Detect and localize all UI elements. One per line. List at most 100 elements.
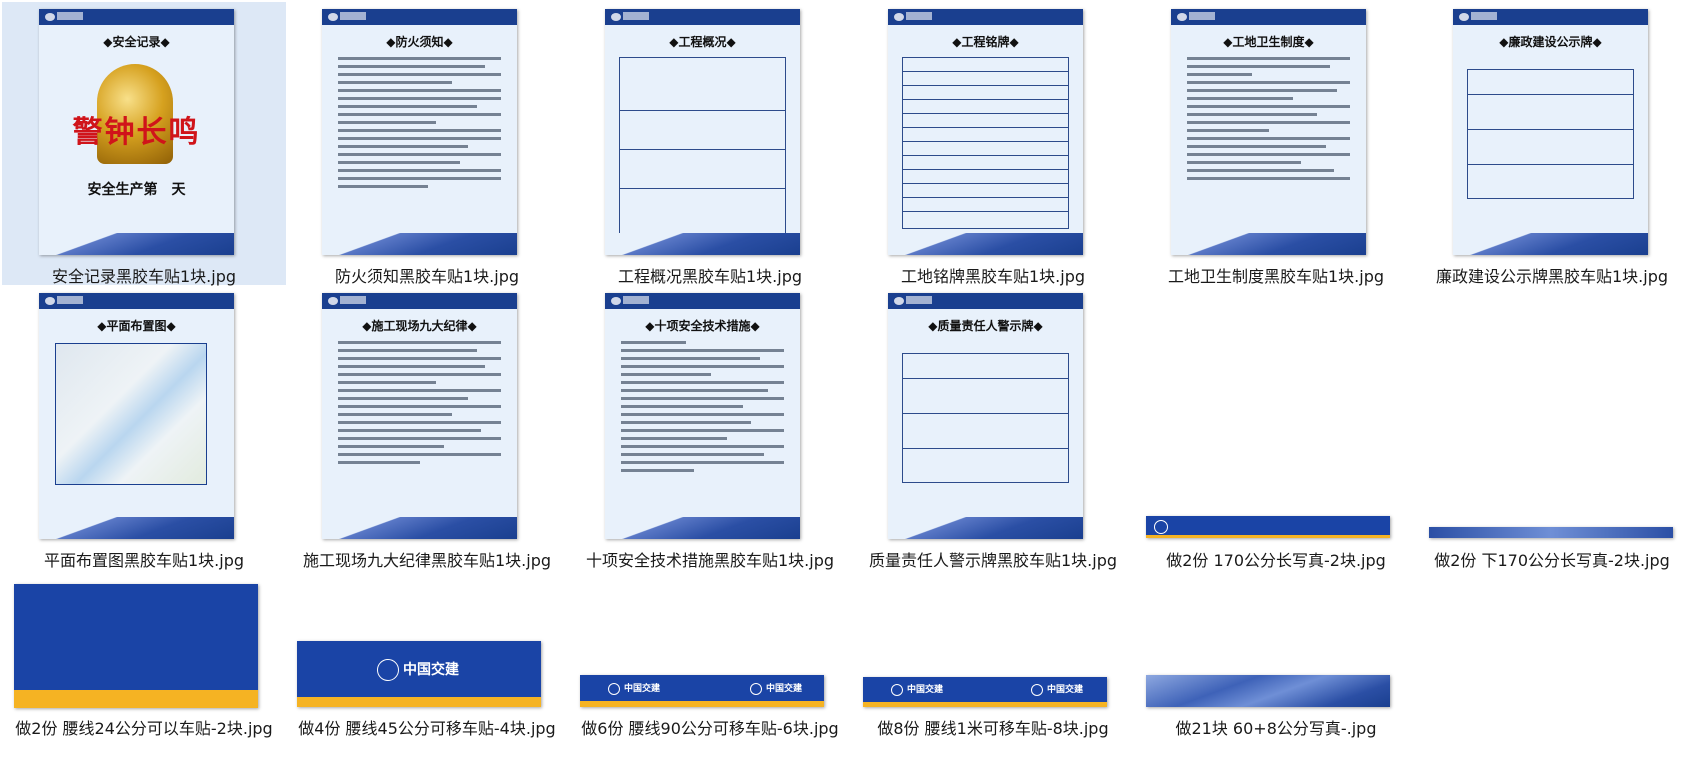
file-item-7[interactable]: ◆施工现场九大纪律◆ 施工现场九大纪律黑胶车贴1块.jpg — [285, 288, 569, 571]
header-band — [39, 293, 234, 309]
poster-title: ◆工程概况◆ — [669, 35, 736, 49]
file-name: 十项安全技术措施黑胶车贴1块.jpg — [585, 551, 835, 570]
file-item-4[interactable]: ◆工地卫生制度◆ 工地卫生制度黑胶车贴1块.jpg — [1134, 2, 1418, 286]
poster-title: ◆工程铭牌◆ — [952, 35, 1019, 49]
header-band — [605, 9, 800, 25]
brand-name: 中国交建 — [907, 685, 944, 695]
brand-name: 中国交建 — [766, 684, 803, 694]
file-item-14[interactable]: 中国交建 中国交建 做6份 腰线90公分可移车贴-6块.jpg — [568, 574, 852, 775]
file-item-10[interactable]: 做2份 170公分长写真-2块.jpg — [1134, 288, 1418, 571]
file-item-0[interactable]: ◆安全记录◆ 警钟长鸣 安全生产第 天 安全记录黑胶车贴1块.jpg — [2, 2, 286, 286]
brand-logo: 中国交建 — [608, 681, 660, 695]
text-lines — [621, 341, 784, 477]
file-thumbnail: ◆工程铭牌◆ — [888, 9, 1083, 255]
file-thumbnail: ◆十项安全技术措施◆ — [605, 293, 800, 539]
footer-band — [39, 517, 234, 539]
file-item-11[interactable]: 做2份 下170公分长写真-2块.jpg — [1410, 288, 1691, 571]
file-thumbnail — [1146, 516, 1390, 538]
footer-band — [1453, 233, 1648, 255]
file-thumbnail: 中国交建 — [297, 641, 541, 707]
header-band — [1171, 9, 1366, 25]
logo-icon — [45, 297, 55, 305]
footer-band — [39, 233, 234, 255]
text-lines — [338, 57, 501, 193]
brand-logo: 中国交建 — [891, 682, 943, 696]
file-thumbnail: ◆工地卫生制度◆ — [1171, 9, 1366, 255]
brand-mark — [623, 12, 649, 20]
info-table — [902, 353, 1069, 483]
logo-icon — [611, 297, 621, 305]
file-thumbnail: ◆质量责任人警示牌◆ — [888, 293, 1083, 539]
file-name: 质量责任人警示牌黑胶车贴1块.jpg — [868, 551, 1118, 570]
footer-band — [888, 233, 1083, 255]
poster-title: ◆防火须知◆ — [386, 35, 453, 49]
brand-logo-icon — [377, 659, 399, 681]
info-table — [1467, 69, 1634, 199]
logo-icon — [45, 13, 55, 21]
text-lines — [338, 341, 501, 469]
file-item-13[interactable]: 中国交建 做4份 腰线45公分可移车贴-4块.jpg — [285, 574, 569, 775]
yellow-stripe — [14, 690, 258, 708]
poster-title: ◆施工现场九大纪律◆ — [362, 319, 477, 333]
brand-logo: 中国交建 — [750, 681, 802, 695]
site-map-image — [55, 343, 207, 485]
brand-logo-icon — [608, 682, 620, 695]
footer-band — [605, 233, 800, 255]
file-item-9[interactable]: ◆质量责任人警示牌◆ 质量责任人警示牌黑胶车贴1块.jpg — [851, 288, 1135, 571]
file-item-12[interactable]: 做2份 腰线24公分可以车贴-2块.jpg — [2, 574, 286, 775]
footer-band — [605, 517, 800, 539]
logo-icon — [328, 297, 338, 305]
file-item-1[interactable]: ◆防火须知◆ 防火须知黑胶车贴1块.jpg — [285, 2, 569, 286]
file-name: 做2份 下170公分长写真-2块.jpg — [1434, 551, 1670, 570]
poster-title: ◆廉政建设公示牌◆ — [1499, 35, 1602, 49]
file-item-2[interactable]: ◆工程概况◆ 工程概况黑胶车贴1块.jpg — [568, 2, 852, 286]
file-thumbnail: ◆工程概况◆ — [605, 9, 800, 255]
file-name: 做6份 腰线90公分可移车贴-6块.jpg — [581, 719, 839, 738]
yellow-stripe — [863, 702, 1107, 707]
yellow-stripe — [580, 701, 824, 707]
info-table — [619, 57, 786, 234]
file-item-6[interactable]: ◆平面布置图◆ 平面布置图黑胶车贴1块.jpg — [2, 288, 286, 571]
file-name: 平面布置图黑胶车贴1块.jpg — [43, 551, 245, 570]
info-table — [902, 57, 1069, 229]
file-name: 做2份 170公分长写真-2块.jpg — [1166, 551, 1386, 570]
logo-icon — [611, 13, 621, 21]
poster-title: ◆工地卫生制度◆ — [1223, 35, 1314, 49]
file-item-16[interactable]: 做21块 60+8公分写真-.jpg — [1134, 574, 1418, 775]
file-item-8[interactable]: ◆十项安全技术措施◆ 十项安全技术措施黑胶车贴1块.jpg — [568, 288, 852, 571]
file-thumbnail — [14, 584, 258, 708]
file-item-15[interactable]: 中国交建 中国交建 做8份 腰线1米可移车贴-8块.jpg — [851, 574, 1135, 775]
poster-title: ◆质量责任人警示牌◆ — [928, 319, 1043, 333]
file-thumbnail — [1146, 675, 1390, 707]
header-band — [322, 293, 517, 309]
file-name: 做4份 腰线45公分可移车贴-4块.jpg — [298, 719, 556, 738]
yellow-stripe — [297, 697, 541, 707]
brand-logo-icon — [1031, 683, 1043, 696]
poster-title: ◆十项安全技术措施◆ — [645, 319, 760, 333]
logo-icon — [1177, 13, 1187, 21]
poster-title: ◆平面布置图◆ — [97, 319, 176, 333]
brand-mark — [340, 12, 366, 20]
header-band — [888, 9, 1083, 25]
file-thumbnail — [1429, 527, 1673, 538]
file-name: 工地卫生制度黑胶车贴1块.jpg — [1167, 267, 1385, 286]
poster-title: ◆安全记录◆ — [103, 35, 170, 49]
file-thumbnail: ◆安全记录◆ 警钟长鸣 安全生产第 天 — [39, 9, 234, 255]
file-thumbnail: ◆防火须知◆ — [322, 9, 517, 255]
brand-mark — [57, 12, 83, 20]
header-band — [888, 293, 1083, 309]
file-name: 安全记录黑胶车贴1块.jpg — [51, 267, 237, 286]
logo-icon — [894, 13, 904, 21]
file-item-5[interactable]: ◆廉政建设公示牌◆ 廉政建设公示牌黑胶车贴1块.jpg — [1410, 2, 1691, 286]
file-item-3[interactable]: ◆工程铭牌◆ 工地铭牌黑胶车贴1块.jpg — [851, 2, 1135, 286]
footer-band — [1171, 233, 1366, 255]
logo-icon — [1459, 13, 1469, 21]
brand-mark — [906, 296, 932, 304]
logo-icon — [328, 13, 338, 21]
file-name: 做8份 腰线1米可移车贴-8块.jpg — [877, 719, 1109, 738]
file-thumbnail: ◆施工现场九大纪律◆ — [322, 293, 517, 539]
file-thumbnail: ◆平面布置图◆ — [39, 293, 234, 539]
brand-logo-icon — [750, 682, 762, 695]
file-thumbnail: 中国交建 中国交建 — [863, 677, 1107, 707]
brand-logo-icon — [1154, 520, 1172, 534]
